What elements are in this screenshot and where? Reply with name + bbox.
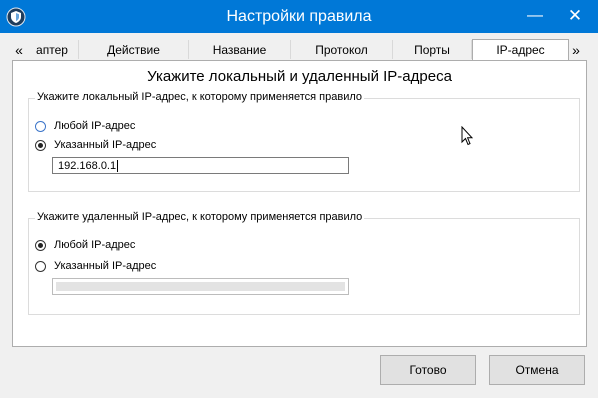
tab-name[interactable]: Название xyxy=(189,40,291,59)
remote-any-ip-option[interactable]: Любой IP-адрес xyxy=(35,238,135,252)
tab-protocol[interactable]: Протокол xyxy=(291,40,393,59)
local-any-ip-label: Любой IP-адрес xyxy=(54,120,136,132)
local-ip-legend: Укажите локальный IP-адрес, к которому п… xyxy=(35,91,364,103)
tab-strip: « аптер Действие Название Протокол Порты… xyxy=(12,39,586,62)
ip-address-panel: Укажите локальный и удаленный IP-адреса … xyxy=(12,60,587,347)
text-caret xyxy=(117,160,119,173)
remote-any-ip-label: Любой IP-адрес xyxy=(54,239,136,251)
tab-scroll-left-button[interactable]: « xyxy=(12,40,26,60)
local-ip-value: 192.168.0.1 xyxy=(58,160,117,172)
local-ip-group: Укажите локальный IP-адрес, к которому п… xyxy=(28,91,580,192)
cancel-button[interactable]: Отмена xyxy=(489,355,585,385)
window-title: Настройки правила xyxy=(226,8,372,25)
tab-scroll-right-button[interactable]: » xyxy=(569,40,583,60)
local-specific-ip-label: Указанный IP-адрес xyxy=(54,139,157,151)
close-button[interactable]: ✕ xyxy=(552,0,598,33)
panel-heading: Укажите локальный и удаленный IP-адреса xyxy=(147,68,452,85)
disabled-field-fill xyxy=(56,282,345,291)
remote-specific-ip-label: Указанный IP-адрес xyxy=(54,260,157,272)
local-any-ip-radio[interactable] xyxy=(35,120,46,132)
local-ip-input[interactable]: 192.168.0.1 xyxy=(52,157,349,174)
tab-action[interactable]: Действие xyxy=(79,40,189,59)
remote-ip-input xyxy=(52,278,349,295)
title-bar: Настройки правила — ✕ xyxy=(0,0,598,33)
remote-specific-ip-radio[interactable] xyxy=(35,260,46,272)
remote-any-ip-radio[interactable] xyxy=(35,239,46,251)
tab-adapter[interactable]: аптер xyxy=(26,40,79,59)
tab-ip-address[interactable]: IP-адрес xyxy=(472,39,569,62)
local-any-ip-option[interactable]: Любой IP-адрес xyxy=(35,119,135,133)
done-button[interactable]: Готово xyxy=(380,355,476,385)
local-specific-ip-radio[interactable] xyxy=(35,139,46,151)
remote-ip-group: Укажите удаленный IP-адрес, к которому п… xyxy=(28,211,580,315)
local-specific-ip-option[interactable]: Указанный IP-адрес xyxy=(35,138,156,152)
remote-specific-ip-option[interactable]: Указанный IP-адрес xyxy=(35,259,156,273)
remote-ip-legend: Укажите удаленный IP-адрес, к которому п… xyxy=(35,211,365,223)
tab-ports[interactable]: Порты xyxy=(393,40,472,59)
mouse-cursor-icon xyxy=(461,125,474,146)
